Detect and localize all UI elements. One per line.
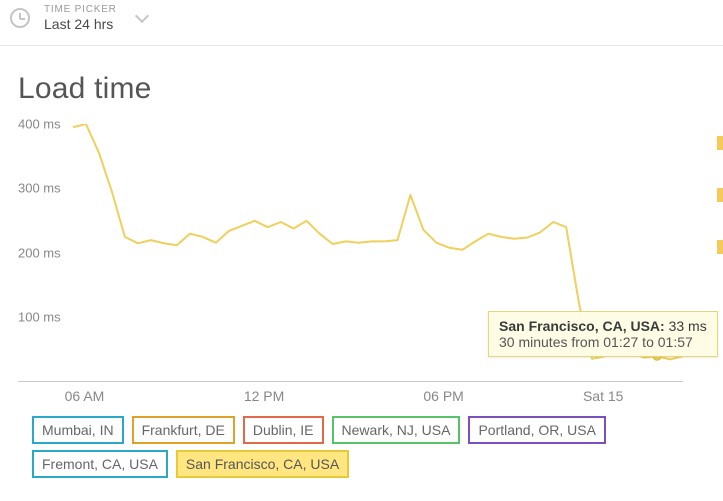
legend-item-sanfrancisco[interactable]: San Francisco, CA, USA xyxy=(176,450,349,478)
x-tick: Sat 15 xyxy=(583,388,623,404)
time-picker-text: TIME PICKER Last 24 hrs xyxy=(44,4,117,33)
chevron-down-icon xyxy=(135,9,149,23)
x-tick: 12 PM xyxy=(244,388,284,404)
chart-tooltip: San Francisco, CA, USA: 33 ms 30 minutes… xyxy=(488,311,718,357)
chart-plot[interactable]: 400 ms 300 ms 200 ms 100 ms 06 AM 12 PM … xyxy=(18,124,683,382)
edge-marker xyxy=(717,240,723,254)
time-picker-value: Last 24 hrs xyxy=(44,16,117,33)
legend-item-newark[interactable]: Newark, NJ, USA xyxy=(332,416,461,444)
legend-item-dublin[interactable]: Dublin, IE xyxy=(243,416,324,444)
tooltip-value: 33 ms xyxy=(669,318,707,334)
right-edge-markers xyxy=(717,136,723,254)
legend-item-portland[interactable]: Portland, OR, USA xyxy=(468,416,606,444)
chart-legend: Mumbai, IN Frankfurt, DE Dublin, IE Newa… xyxy=(32,416,713,478)
chart-area: Load time 400 ms 300 ms 200 ms 100 ms 06… xyxy=(0,46,723,478)
edge-marker xyxy=(717,136,723,150)
legend-item-mumbai[interactable]: Mumbai, IN xyxy=(32,416,124,444)
time-picker-label: TIME PICKER xyxy=(44,4,117,16)
legend-item-frankfurt[interactable]: Frankfurt, DE xyxy=(132,416,235,444)
x-tick: 06 PM xyxy=(423,388,463,404)
x-tick: 06 AM xyxy=(65,388,105,404)
time-picker[interactable]: TIME PICKER Last 24 hrs xyxy=(0,0,723,46)
chart-title: Load time xyxy=(18,72,713,106)
clock-icon xyxy=(10,8,30,28)
edge-marker xyxy=(717,188,723,202)
legend-item-fremont[interactable]: Fremont, CA, USA xyxy=(32,450,168,478)
tooltip-series: San Francisco, CA, USA: xyxy=(499,318,665,334)
tooltip-subtext: 30 minutes from 01:27 to 01:57 xyxy=(499,334,707,350)
